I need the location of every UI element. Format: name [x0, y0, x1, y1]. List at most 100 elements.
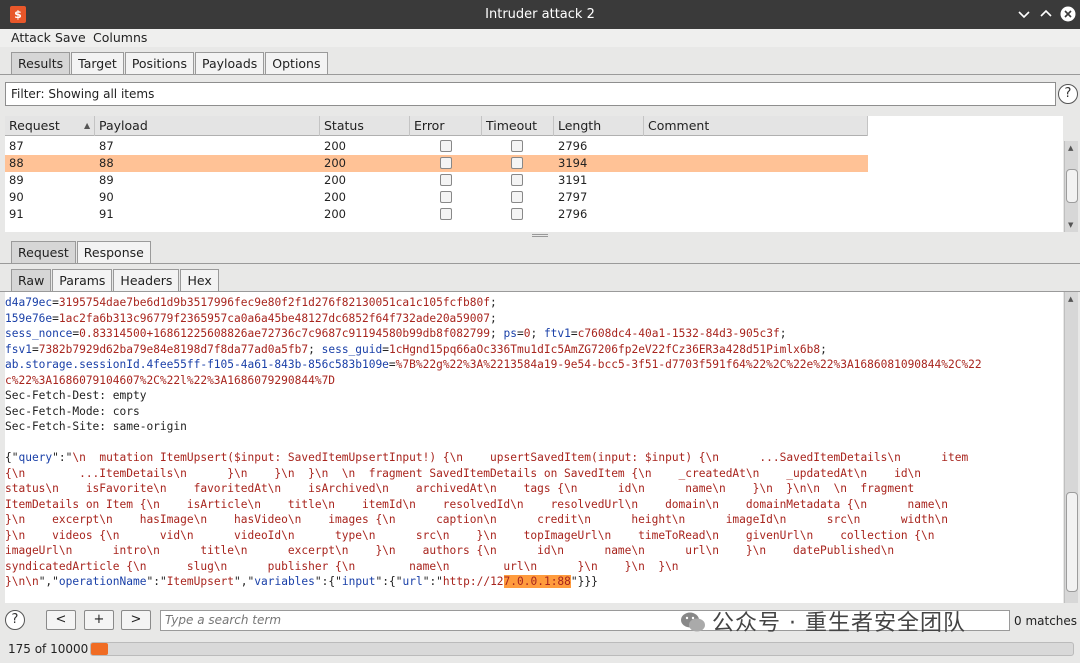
editor-scroll-thumb[interactable] — [1066, 492, 1078, 592]
sort-asc-icon: ▲ — [84, 121, 91, 130]
menu-save[interactable]: Save — [55, 30, 86, 45]
cell-request: 88 — [9, 156, 24, 170]
timeout-checkbox — [511, 157, 523, 169]
code-token: ; — [489, 311, 497, 325]
code-token: c7608dc4-40a1-1532-84d3-905c3f — [577, 327, 780, 340]
code-token: ps — [503, 327, 517, 340]
code-token: ":" — [422, 575, 443, 588]
filter-bar[interactable]: Filter: Showing all items — [5, 82, 1056, 106]
code-token: ; — [489, 296, 497, 309]
tab-params[interactable]: Params — [52, 269, 113, 291]
scroll-down-icon[interactable]: ▼ — [1068, 221, 1073, 229]
code-token: = — [31, 342, 39, 356]
search-help-icon[interactable]: ? — [5, 610, 25, 630]
search-add-button[interactable]: + — [84, 610, 114, 630]
tab-request[interactable]: Request — [11, 241, 76, 263]
close-button[interactable] — [1060, 6, 1076, 22]
cell-status: 200 — [324, 190, 346, 204]
error-checkbox — [440, 140, 452, 152]
tab-positions[interactable]: Positions — [124, 52, 194, 74]
table-row[interactable]: 87 87 200 2796 — [5, 138, 868, 155]
editor-line: c%22%3A1686079104607%2C%22l%22%3A1686079… — [5, 373, 335, 389]
table-row[interactable]: 91 91 200 2796 — [5, 206, 868, 223]
cell-request: 89 — [9, 173, 24, 187]
table-row[interactable]: 89 89 200 3191 — [5, 172, 868, 189]
code-token: ItemUpsert — [166, 575, 235, 588]
results-table: Request ▲ Payload Status Error Timeout L… — [5, 116, 1063, 232]
table-scroll-thumb[interactable] — [1066, 169, 1078, 203]
help-icon[interactable]: ? — [1058, 84, 1078, 104]
code-token: Sec-Fetch-Dest: empty — [5, 389, 147, 402]
col-length[interactable]: Length — [554, 116, 644, 136]
detail-tabs: Request Response — [11, 241, 152, 263]
detail-divider — [0, 263, 1080, 264]
code-token: "}}} — [570, 575, 598, 588]
request-raw-editor[interactable]: d4a79ec=3195754dae7be6d1d9b3517996fec9e8… — [5, 292, 1063, 603]
window-title: Intruder attack 2 — [485, 7, 595, 22]
code-token: }\n videos {\n vid\n videoId\n type\n sr… — [5, 528, 935, 542]
editor-scrollbar[interactable]: ▲ — [1064, 292, 1078, 603]
code-token: %7B%22g%22%3A%2213584a19-9e54-bcc5-3f51-… — [395, 358, 982, 371]
editor-scroll-up-icon[interactable]: ▲ — [1068, 295, 1073, 303]
code-token: Sec-Fetch-Mode: cors — [5, 404, 140, 418]
code-token: 159e76e — [5, 311, 53, 325]
editor-line: imageUrl\n intro\n title\n excerpt\n }\n… — [5, 543, 894, 559]
tab-hex[interactable]: Hex — [180, 269, 219, 291]
editor-line: Sec-Fetch-Dest: empty — [5, 388, 146, 404]
cell-payload: 89 — [99, 173, 114, 187]
code-token: {\n ...ItemDetails\n }\n }\n }\n \n frag… — [5, 466, 922, 480]
col-request[interactable]: Request ▲ — [5, 116, 95, 136]
editor-line: sess_nonce = 0.83314500+16861225608826ae72… — [5, 326, 786, 342]
editor-line: {\n ...ItemDetails\n }\n }\n }\n \n frag… — [5, 466, 921, 482]
cell-request: 91 — [9, 207, 24, 221]
code-token: 1ac2fa6b313c96779f2365957ca0a6a45be48127… — [58, 311, 490, 325]
menu-columns[interactable]: Columns — [93, 30, 147, 45]
maximize-button[interactable] — [1038, 6, 1054, 22]
code-token: ; — [820, 342, 827, 356]
menu-attack[interactable]: Attack — [11, 30, 51, 45]
tab-options[interactable]: Options — [265, 52, 328, 74]
search-next-button[interactable]: > — [121, 610, 151, 630]
menu-bar: Attack Save Columns — [0, 29, 1080, 47]
cell-status: 200 — [324, 173, 346, 187]
table-row[interactable]: 88 88 200 3194 — [5, 155, 868, 172]
timeout-checkbox — [511, 208, 523, 220]
code-token: http://12 — [442, 575, 504, 588]
code-token: ; — [530, 327, 544, 340]
col-status[interactable]: Status — [320, 116, 410, 136]
splitter-handle[interactable] — [532, 234, 548, 237]
tab-target[interactable]: Target — [71, 52, 124, 74]
tab-payloads[interactable]: Payloads — [195, 52, 265, 74]
cell-request: 87 — [9, 139, 24, 153]
col-timeout[interactable]: Timeout — [482, 116, 554, 136]
timeout-checkbox — [511, 140, 523, 152]
timeout-checkbox — [511, 191, 523, 203]
code-token: sess_guid — [321, 342, 383, 356]
code-token: = — [52, 296, 59, 309]
close-icon — [1060, 6, 1076, 22]
tab-raw[interactable]: Raw — [11, 269, 52, 291]
table-scrollbar[interactable]: ▲ ▼ — [1064, 141, 1078, 232]
tab-response[interactable]: Response — [76, 241, 151, 263]
cell-comment — [644, 189, 648, 206]
col-error[interactable]: Error — [410, 116, 482, 136]
cell-status: 200 — [324, 207, 346, 221]
table-row[interactable]: 90 90 200 2797 — [5, 189, 868, 206]
code-token: ":" — [146, 575, 167, 588]
code-token: "," — [234, 575, 255, 588]
code-token: 3195754dae7be6d1d9b3517996fec9e80f2f1d27… — [58, 296, 490, 309]
minimize-button[interactable] — [1016, 6, 1032, 22]
search-prev-button[interactable]: < — [46, 610, 76, 630]
wechat-logo-icon — [681, 612, 705, 632]
tab-results[interactable]: Results — [11, 52, 71, 74]
progress-count: 175 of 10000 — [8, 642, 89, 656]
scroll-up-icon[interactable]: ▲ — [1068, 144, 1073, 152]
cell-comment — [644, 172, 648, 189]
editor-line: 159e76e=1ac2fa6b313c96779f2365957ca0a6a4… — [5, 311, 497, 327]
cell-comment — [644, 155, 648, 172]
col-comment[interactable]: Comment — [644, 116, 868, 136]
editor-line: {"query":"\n mutation ItemUpsert($input:… — [5, 450, 968, 466]
code-token: ":{" — [375, 575, 403, 588]
tab-headers[interactable]: Headers — [113, 269, 180, 291]
col-payload[interactable]: Payload — [95, 116, 320, 136]
